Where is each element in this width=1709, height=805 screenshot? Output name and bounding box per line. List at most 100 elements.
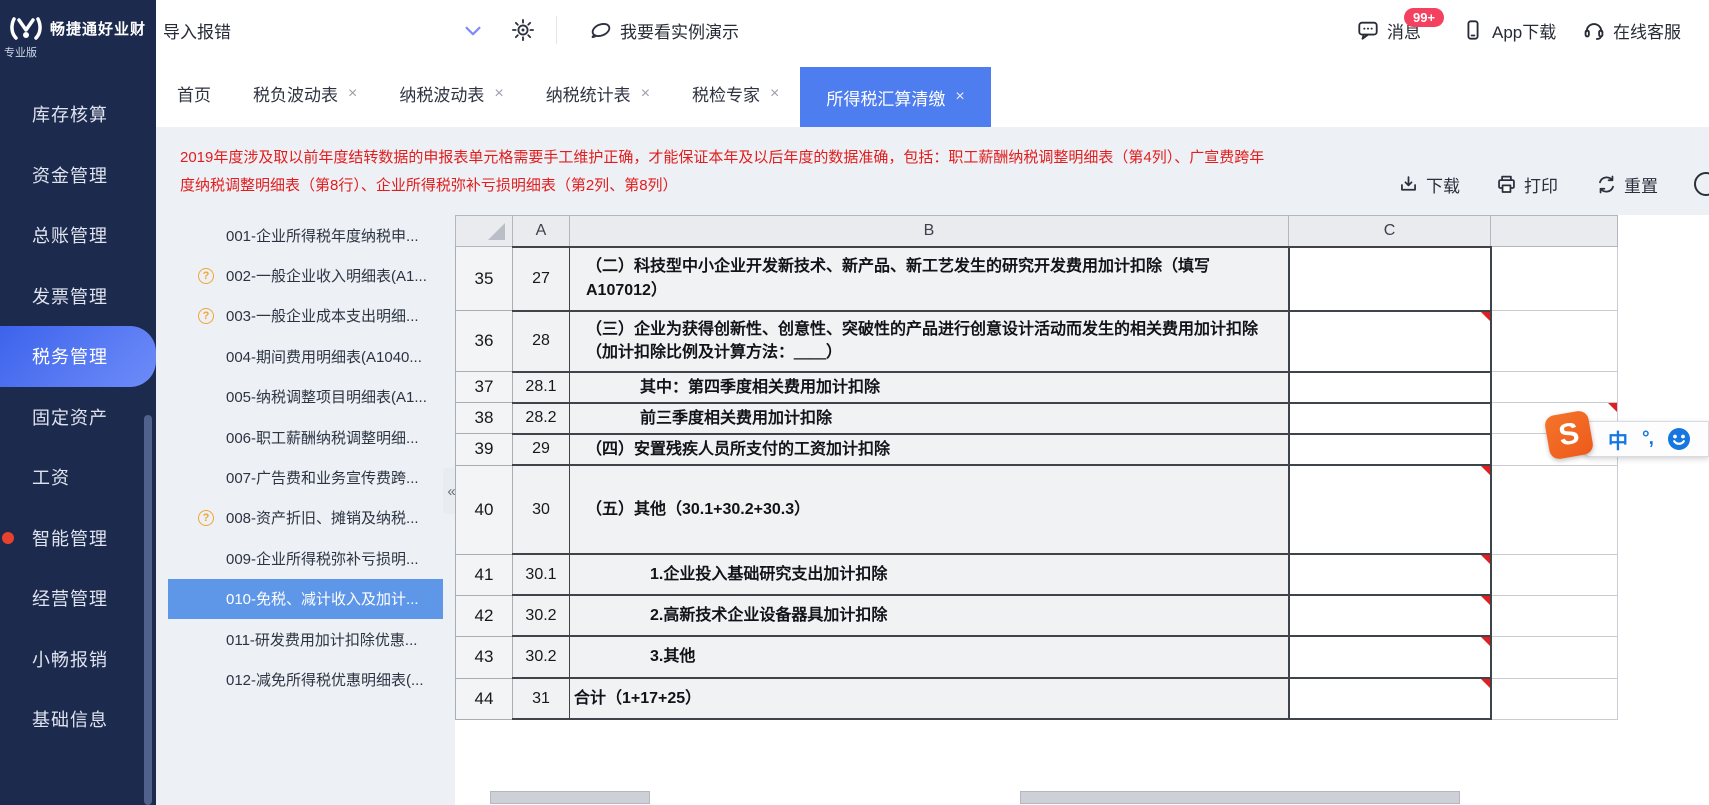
demo-link[interactable]: 我要看实例演示 bbox=[590, 0, 739, 60]
sidebar-scrollbar[interactable] bbox=[144, 415, 152, 805]
overflow-cell[interactable] bbox=[1490, 635, 1618, 679]
row-number-cell[interactable]: 44 bbox=[455, 677, 513, 720]
overflow-cell[interactable] bbox=[1490, 246, 1618, 311]
download-button[interactable]: 下载 bbox=[1398, 171, 1460, 197]
sidebar-item[interactable]: 发票管理 bbox=[0, 266, 156, 327]
value-cell[interactable] bbox=[1287, 635, 1492, 680]
column-header-c[interactable]: C bbox=[1288, 215, 1491, 247]
tab[interactable]: 税负波动表 × bbox=[232, 60, 378, 127]
tab[interactable]: 纳税统计表 × bbox=[525, 60, 671, 127]
value-cell[interactable] bbox=[1287, 432, 1492, 467]
report-list-item[interactable]: 010-免税、减计收入及加计... bbox=[168, 578, 443, 619]
report-list-item[interactable]: 009-企业所得税弥补亏损明... bbox=[156, 538, 455, 578]
line-number-cell[interactable]: 30.1 bbox=[512, 553, 570, 597]
item-description-cell[interactable]: （三）企业为获得创新性、创意性、突破性的产品进行创意设计活动而发生的相关费用加计… bbox=[569, 309, 1289, 373]
horizontal-scrollbar-thumb[interactable] bbox=[490, 791, 650, 804]
overflow-cell[interactable] bbox=[1490, 553, 1618, 596]
column-header-d[interactable] bbox=[1490, 215, 1618, 247]
report-list-item[interactable]: 007-广告费和业务宣传费跨... bbox=[156, 457, 455, 497]
item-description-cell[interactable]: （二）科技型中小企业开发新技术、新产品、新工艺发生的研究开发费用加计扣除（填写A… bbox=[569, 245, 1289, 312]
reset-button[interactable]: 重置 bbox=[1596, 171, 1658, 197]
value-cell[interactable] bbox=[1287, 370, 1492, 404]
row-number-cell[interactable]: 42 bbox=[455, 594, 513, 637]
sidebar-item[interactable]: 库存核算 bbox=[0, 84, 156, 145]
sidebar-item[interactable]: 固定资产 bbox=[0, 387, 156, 448]
report-list-item[interactable]: 001-企业所得税年度纳税申... bbox=[156, 215, 455, 255]
item-description-cell[interactable]: 其中：第四季度相关费用加计扣除 bbox=[569, 370, 1289, 404]
row-number-cell[interactable]: 35 bbox=[455, 246, 513, 311]
line-number-cell[interactable]: 27 bbox=[512, 245, 570, 312]
customer-service-button[interactable]: 在线客服 bbox=[1583, 0, 1681, 60]
app-download-button[interactable]: App下载 bbox=[1462, 0, 1556, 60]
tab-close-icon[interactable]: × bbox=[348, 85, 357, 103]
report-list-item[interactable]: 005-纳税调整项目明细表(A1... bbox=[156, 377, 455, 417]
value-cell[interactable] bbox=[1287, 309, 1492, 373]
row-number-cell[interactable]: 38 bbox=[455, 402, 513, 435]
report-list-item[interactable]: ? 003-一般企业成本支出明细... bbox=[156, 296, 455, 336]
tab-close-icon[interactable]: × bbox=[641, 85, 650, 103]
overflow-cell[interactable] bbox=[1490, 594, 1618, 637]
tab[interactable]: 所得税汇算清缴 × bbox=[800, 67, 991, 127]
horizontal-scrollbar-track[interactable] bbox=[1020, 791, 1460, 804]
report-list-item[interactable]: 004-期间费用明细表(A1040... bbox=[156, 336, 455, 376]
sidebar-item[interactable]: 基础信息 bbox=[0, 689, 156, 750]
column-header-b[interactable]: B bbox=[569, 215, 1289, 247]
row-number-cell[interactable]: 36 bbox=[455, 310, 513, 372]
sidebar-item[interactable]: 总账管理 bbox=[0, 205, 156, 266]
line-number-cell[interactable]: 28 bbox=[512, 309, 570, 373]
import-error-dropdown[interactable]: 导入报错 bbox=[163, 0, 231, 60]
overflow-cell[interactable] bbox=[1490, 464, 1618, 555]
emoji-icon[interactable] bbox=[1667, 427, 1691, 451]
sidebar-item[interactable]: 税务管理 bbox=[0, 326, 156, 387]
line-number-cell[interactable]: 28.2 bbox=[512, 401, 570, 435]
overflow-cell[interactable] bbox=[1490, 370, 1618, 404]
row-number-cell[interactable]: 39 bbox=[455, 433, 513, 466]
value-cell[interactable] bbox=[1287, 553, 1492, 597]
line-number-cell[interactable]: 30 bbox=[512, 464, 570, 556]
report-list-item[interactable]: 006-职工薪酬纳税调整明细... bbox=[156, 417, 455, 457]
report-list-item[interactable]: ? 002-一般企业收入明细表(A1... bbox=[156, 255, 455, 295]
item-description-cell[interactable]: 合计（1+17+25） bbox=[569, 677, 1289, 721]
ime-language-toggle[interactable]: 中 bbox=[1608, 425, 1628, 454]
row-number-cell[interactable]: 37 bbox=[455, 370, 513, 404]
column-header-a[interactable]: A bbox=[512, 215, 570, 247]
tab-close-icon[interactable]: × bbox=[955, 88, 964, 106]
line-number-cell[interactable]: 31 bbox=[512, 677, 570, 721]
value-cell[interactable] bbox=[1287, 594, 1492, 638]
tab[interactable]: 首页 bbox=[156, 60, 232, 127]
item-description-cell[interactable]: 3.其他 bbox=[569, 635, 1289, 680]
sidebar-item[interactable]: 资金管理 bbox=[0, 145, 156, 206]
help-icon[interactable]: ? bbox=[198, 307, 214, 324]
help-icon[interactable]: ? bbox=[198, 267, 214, 284]
overflow-cell[interactable] bbox=[1490, 310, 1618, 372]
sidebar-item[interactable]: 小畅报销 bbox=[0, 629, 156, 690]
item-description-cell[interactable]: 2.高新技术企业设备器具加计扣除 bbox=[569, 594, 1289, 638]
line-number-cell[interactable]: 30.2 bbox=[512, 594, 570, 638]
row-number-cell[interactable]: 41 bbox=[455, 553, 513, 596]
value-cell[interactable] bbox=[1287, 464, 1492, 556]
value-cell[interactable] bbox=[1287, 401, 1492, 435]
ime-punctuation-toggle[interactable]: °, bbox=[1642, 428, 1654, 450]
line-number-cell[interactable]: 29 bbox=[512, 432, 570, 467]
item-description-cell[interactable]: 前三季度相关费用加计扣除 bbox=[569, 401, 1289, 435]
overflow-cell[interactable] bbox=[1490, 677, 1618, 720]
sidebar-item[interactable]: 经营管理 bbox=[0, 568, 156, 629]
print-button[interactable]: 打印 bbox=[1496, 171, 1558, 197]
help-icon[interactable]: ? bbox=[198, 509, 214, 526]
item-description-cell[interactable]: 1.企业投入基础研究支出加计扣除 bbox=[569, 553, 1289, 597]
line-number-cell[interactable]: 28.1 bbox=[512, 370, 570, 404]
select-all-cell[interactable] bbox=[455, 215, 513, 247]
value-cell[interactable] bbox=[1287, 245, 1492, 312]
tab-close-icon[interactable]: × bbox=[494, 85, 503, 103]
value-cell[interactable] bbox=[1287, 677, 1492, 721]
item-description-cell[interactable]: （四）安置残疾人员所支付的工资加计扣除 bbox=[569, 432, 1289, 467]
row-number-cell[interactable]: 43 bbox=[455, 635, 513, 679]
item-description-cell[interactable]: （五）其他（30.1+30.2+30.3） bbox=[569, 464, 1289, 556]
chevron-down-icon[interactable] bbox=[462, 20, 484, 42]
sogou-ime-icon[interactable]: S bbox=[1543, 409, 1595, 461]
tab-close-icon[interactable]: × bbox=[770, 85, 779, 103]
row-number-cell[interactable]: 40 bbox=[455, 464, 513, 555]
tab[interactable]: 纳税波动表 × bbox=[378, 60, 524, 127]
report-list-item[interactable]: ? 008-资产折旧、摊销及纳税... bbox=[156, 498, 455, 538]
line-number-cell[interactable]: 30.2 bbox=[512, 635, 570, 680]
